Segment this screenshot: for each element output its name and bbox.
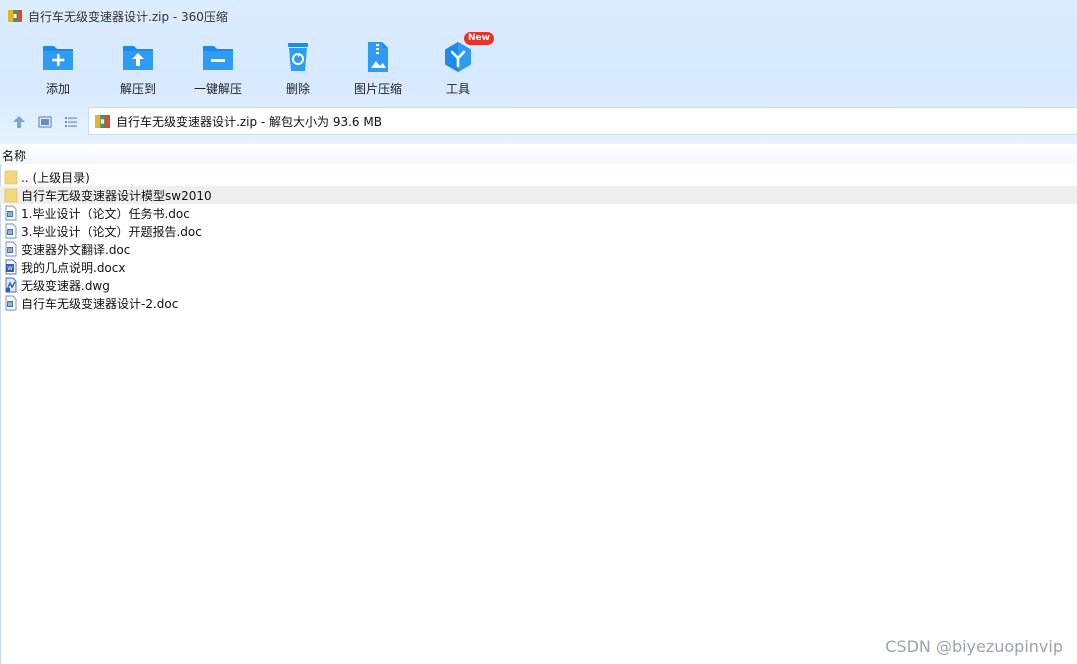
image-compress-button[interactable]: 图片压缩: [338, 38, 418, 100]
file-name: 1.毕业设计（论文）任务书.doc: [21, 206, 190, 221]
add-label: 添加: [45, 82, 70, 96]
address-text: 自行车无级变速器设计.zip - 解包大小为 93.6 MB: [116, 114, 382, 129]
tools-icon: [445, 42, 471, 72]
svg-text:W: W: [8, 230, 13, 236]
image-compress-icon: [368, 42, 388, 72]
list-item-file[interactable]: W 我的几点说明.docx: [0, 258, 1077, 276]
up-button[interactable]: [8, 111, 30, 133]
extract-to-button[interactable]: 解压到: [98, 38, 178, 100]
dwg-file-icon: [5, 277, 17, 293]
list-view-button[interactable]: [60, 111, 82, 133]
word-doc-icon: W: [5, 295, 17, 311]
window-title: 自行车无级变速器设计.zip - 360压缩: [28, 9, 228, 24]
archive-icon: [95, 114, 110, 128]
add-button[interactable]: 添加: [18, 38, 98, 100]
address-bar[interactable]: 自行车无级变速器设计.zip - 解包大小为 93.6 MB: [88, 107, 1077, 135]
word-doc-icon: W: [5, 241, 17, 257]
delete-bin-icon: [288, 43, 308, 71]
list-item-file[interactable]: W 1.毕业设计（论文）任务书.doc: [0, 204, 1077, 222]
file-name: 自行车无级变速器设计模型sw2010: [21, 188, 212, 203]
one-click-extract-icon: [203, 46, 233, 70]
extract-to-label: 解压到: [119, 82, 156, 96]
svg-text:W: W: [8, 248, 13, 254]
image-compress-label: 图片压缩: [353, 82, 402, 96]
watermark: CSDN @biyezuopinvip: [885, 637, 1063, 656]
file-name: 3.毕业设计（论文）开题报告.doc: [21, 224, 202, 239]
svg-text:W: W: [7, 266, 13, 272]
add-folder-icon: [43, 46, 73, 70]
file-name: 自行车无级变速器设计-2.doc: [21, 296, 179, 311]
word-doc-icon: W: [5, 223, 17, 239]
column-name-label: 名称: [2, 148, 27, 163]
one-click-extract-button[interactable]: 一键解压: [178, 38, 258, 100]
file-name: 我的几点说明.docx: [21, 260, 126, 275]
thumbnail-view-icon: [38, 116, 52, 128]
toolbar: 添加 解压到 一键解压 删除 图片压缩 New 工具: [18, 32, 498, 102]
list-item-file[interactable]: W 变速器外文翻译.doc: [0, 240, 1077, 258]
delete-label: 删除: [285, 82, 310, 96]
file-name: .. (上级目录): [21, 170, 90, 185]
archive-icon: [8, 10, 22, 22]
svg-text:W: W: [8, 302, 13, 308]
extract-to-icon: [123, 46, 153, 70]
new-badge: New: [464, 32, 494, 45]
list-item-file[interactable]: 无级变速器.dwg: [0, 276, 1077, 294]
thumbnail-view-button[interactable]: [34, 111, 56, 133]
file-name: 变速器外文翻译.doc: [21, 242, 131, 257]
top-bar: 自行车无级变速器设计.zip - 360压缩 添加 解压到 一键解压 删除 图片…: [0, 0, 1077, 144]
folder-icon: [4, 188, 18, 203]
folder-icon: [4, 170, 18, 185]
delete-button[interactable]: 删除: [258, 38, 338, 100]
list-item-file[interactable]: W 自行车无级变速器设计-2.doc: [0, 294, 1077, 312]
word-doc-icon: W: [5, 205, 17, 221]
list-item-folder[interactable]: 自行车无级变速器设计模型sw2010: [0, 186, 1077, 204]
list-item-parent-dir[interactable]: .. (上级目录): [0, 168, 1077, 186]
list-view-icon: [65, 117, 77, 127]
tools-button[interactable]: New 工具: [418, 32, 498, 100]
svg-text:W: W: [8, 212, 13, 218]
column-header-name[interactable]: 名称: [0, 146, 1077, 164]
one-click-extract-label: 一键解压: [193, 82, 242, 96]
file-list: .. (上级目录) 自行车无级变速器设计模型sw2010 W 1.毕业设计（论文…: [0, 168, 1077, 312]
list-item-file[interactable]: W 3.毕业设计（论文）开题报告.doc: [0, 222, 1077, 240]
title-bar: 自行车无级变速器设计.zip - 360压缩: [0, 0, 1077, 32]
file-name: 无级变速器.dwg: [21, 278, 110, 293]
up-arrow-icon: [13, 116, 25, 128]
tools-label: 工具: [445, 82, 470, 96]
word-docx-icon: W: [5, 259, 17, 275]
